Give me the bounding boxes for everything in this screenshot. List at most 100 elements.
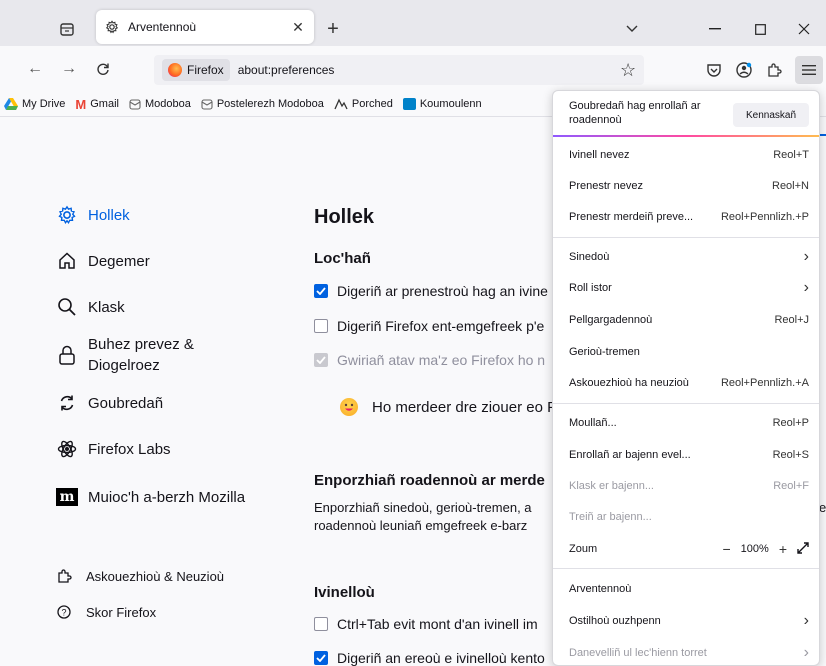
- sidebar-item-label: Goubredañ: [88, 394, 164, 412]
- menu-shortcut: Reol+F: [773, 480, 809, 492]
- menu-item-zoom: Zoum − 100% +: [569, 539, 809, 559]
- menu-shortcut: Reol+Pennlizh.+P: [720, 211, 809, 223]
- menu-item-new-tab[interactable]: Ivinell nevez Reol+T: [569, 145, 809, 165]
- sidebar-item-skor-firefox[interactable]: ? Skor Firefox: [56, 604, 156, 620]
- labs-icon: [56, 438, 78, 460]
- menu-item-private-window[interactable]: Prenestr merdeiñ preve... Reol+Pennlizh.+…: [569, 207, 809, 227]
- bookmark-label: My Drive: [22, 98, 66, 110]
- menu-item-print[interactable]: Moullañ... Reol+P: [569, 413, 809, 433]
- menu-label: Prenestr nevez: [569, 180, 643, 192]
- lock-icon: [56, 344, 78, 366]
- sidebar-item-label: Skor Firefox: [86, 604, 157, 620]
- menu-item-downloads[interactable]: Pellgargadennoù Reol+J: [569, 310, 809, 330]
- sidebar-item-klask[interactable]: Klask: [56, 296, 125, 318]
- bookmark-postelerezh-modoboa[interactable]: Postelerezh Modoboa: [201, 98, 324, 110]
- zoom-level[interactable]: 100%: [741, 543, 769, 555]
- bookmark-koumoulenn[interactable]: Koumoulenn: [402, 98, 482, 110]
- checkbox-label: Gwiriañ atav ma'z eo Firefox ho n: [337, 352, 546, 368]
- home-icon: [56, 250, 78, 272]
- sidebar-item-label: Klask: [88, 298, 125, 316]
- menu-item-addons[interactable]: Askouezhioù ha neuzioù Reol+Pennlizh.+A: [569, 373, 809, 393]
- bookmark-label: Postelerezh Modoboa: [216, 98, 324, 110]
- hamburger-menu-icon[interactable]: [795, 56, 823, 84]
- checkbox-unchecked-icon[interactable]: [314, 617, 328, 631]
- autostart-checkbox[interactable]: Digeriñ Firefox ent-emgefreek p'e: [314, 318, 544, 334]
- mozilla-icon: m: [56, 486, 78, 508]
- menu-item-history[interactable]: Roll istor ›: [569, 278, 809, 298]
- menu-label: Ostilhoù ouzhpenn: [569, 615, 661, 627]
- tab-arventennou[interactable]: Arventennoù ✕: [96, 10, 314, 44]
- reload-icon[interactable]: [92, 58, 114, 80]
- tabs-heading: Ivinelloù: [314, 584, 375, 601]
- restore-session-checkbox[interactable]: Digeriñ ar prenestroù hag an ivine: [314, 283, 548, 299]
- minimize-icon[interactable]: [697, 14, 733, 44]
- svg-text:?: ?: [61, 607, 66, 617]
- menu-separator: [553, 403, 819, 404]
- import-description-line1: Enporzhiañ sinedoù, gerioù-tremen, a: [314, 500, 532, 515]
- checkbox-label: Digeriñ Firefox ent-emgefreek p'e: [337, 318, 545, 334]
- account-icon[interactable]: [732, 58, 756, 82]
- menu-item-more-tools[interactable]: Ostilhoù ouzhpenn ›: [569, 611, 809, 631]
- sidebar-item-mozilla[interactable]: m Muioc'h a-berzh Mozilla: [56, 486, 245, 508]
- sidebar-item-hollek[interactable]: Hollek: [56, 204, 130, 226]
- gmail-icon: M: [75, 96, 87, 112]
- chevron-right-icon: ›: [803, 612, 809, 629]
- close-window-icon[interactable]: [786, 14, 822, 44]
- menu-item-bookmarks[interactable]: Sinedoù ›: [569, 247, 809, 267]
- sidebar-item-degemer[interactable]: Degemer: [56, 250, 150, 272]
- identity-box[interactable]: Firefox: [162, 59, 230, 81]
- menu-item-report-broken-site: Danevelliñ ul lec'hienn torret ›: [569, 643, 809, 663]
- page-title: Hollek: [314, 206, 375, 228]
- import-heading: Enporzhiañ roadennoù ar merde: [314, 472, 545, 489]
- tab-overflow-chevron-icon[interactable]: [614, 14, 650, 44]
- sidebar-item-buhez-prevez[interactable]: Buhez prevez & Diogelroez: [56, 334, 194, 376]
- checkbox-unchecked-icon[interactable]: [314, 319, 328, 333]
- bookmark-porched[interactable]: Porched: [334, 98, 393, 110]
- maximize-icon[interactable]: [742, 14, 778, 44]
- menu-item-passwords[interactable]: Gerioù-tremen: [569, 342, 809, 362]
- menu-item-new-window[interactable]: Prenestr nevez Reol+N: [569, 176, 809, 196]
- sidebar-item-askouezhiou[interactable]: Askouezhioù & Neuzioù: [56, 568, 224, 584]
- open-links-in-tabs-checkbox[interactable]: Digeriñ an ereoù e ivinelloù kento: [314, 650, 545, 666]
- modoboa-icon: [201, 99, 213, 110]
- bookmark-modoboa[interactable]: Modoboa: [129, 98, 191, 110]
- menu-item-settings[interactable]: Arventennoù: [569, 579, 809, 599]
- menu-label: Moullañ...: [569, 417, 617, 429]
- url-bar[interactable]: Firefox about:preferences: [154, 55, 644, 85]
- zoom-out-icon[interactable]: −: [722, 541, 730, 557]
- bookmark-star-icon[interactable]: ☆: [620, 60, 636, 81]
- gear-icon: [104, 19, 120, 35]
- new-tab-icon[interactable]: +: [322, 18, 344, 40]
- bookmark-my-drive[interactable]: My Drive: [4, 98, 65, 110]
- import-button-edge-text: e: [819, 500, 826, 515]
- pocket-icon[interactable]: [702, 58, 726, 82]
- ctrl-tab-checkbox[interactable]: Ctrl+Tab evit mont d'an ivinell im: [314, 616, 538, 632]
- menu-label: Treiñ ar bajenn...: [569, 511, 652, 523]
- extensions-puzzle-icon[interactable]: [762, 58, 786, 82]
- fullscreen-icon[interactable]: [797, 541, 809, 557]
- tab-list-icon[interactable]: [58, 20, 76, 38]
- default-browser-status: Ho merdeer dre ziouer eo F: [340, 398, 556, 416]
- zoom-controls: − 100% +: [722, 541, 809, 557]
- url-text[interactable]: about:preferences: [238, 63, 335, 77]
- menu-item-translate-page: Treiñ ar bajenn...: [569, 507, 809, 527]
- forward-arrow-icon[interactable]: →: [58, 58, 80, 80]
- sidebar-item-label: Hollek: [88, 206, 130, 224]
- sidebar-item-goubredan[interactable]: Goubredañ: [56, 392, 163, 414]
- sync-icon: [56, 392, 78, 414]
- sidebar-item-firefox-labs[interactable]: Firefox Labs: [56, 438, 171, 460]
- menu-label: Ivinell nevez: [569, 149, 630, 161]
- close-tab-icon[interactable]: ✕: [290, 19, 306, 35]
- sidebar-item-label: Diogelroez: [88, 357, 160, 374]
- checkbox-checked-icon[interactable]: [314, 284, 328, 298]
- menu-label: Pellgargadennoù: [569, 314, 653, 326]
- menu-item-save-page[interactable]: Enrollañ ar bajenn evel... Reol+S: [569, 445, 809, 465]
- menu-shortcut: Reol+J: [774, 314, 809, 326]
- sync-sign-in-button[interactable]: Kennaskañ: [733, 103, 809, 127]
- checkbox-label: Digeriñ ar prenestroù hag an ivine: [337, 283, 548, 299]
- zoom-in-icon[interactable]: +: [779, 541, 787, 557]
- checkbox-checked-icon[interactable]: [314, 651, 328, 665]
- puzzle-icon: [56, 568, 72, 584]
- back-arrow-icon[interactable]: ←: [24, 58, 46, 80]
- bookmark-gmail[interactable]: M Gmail: [75, 97, 119, 112]
